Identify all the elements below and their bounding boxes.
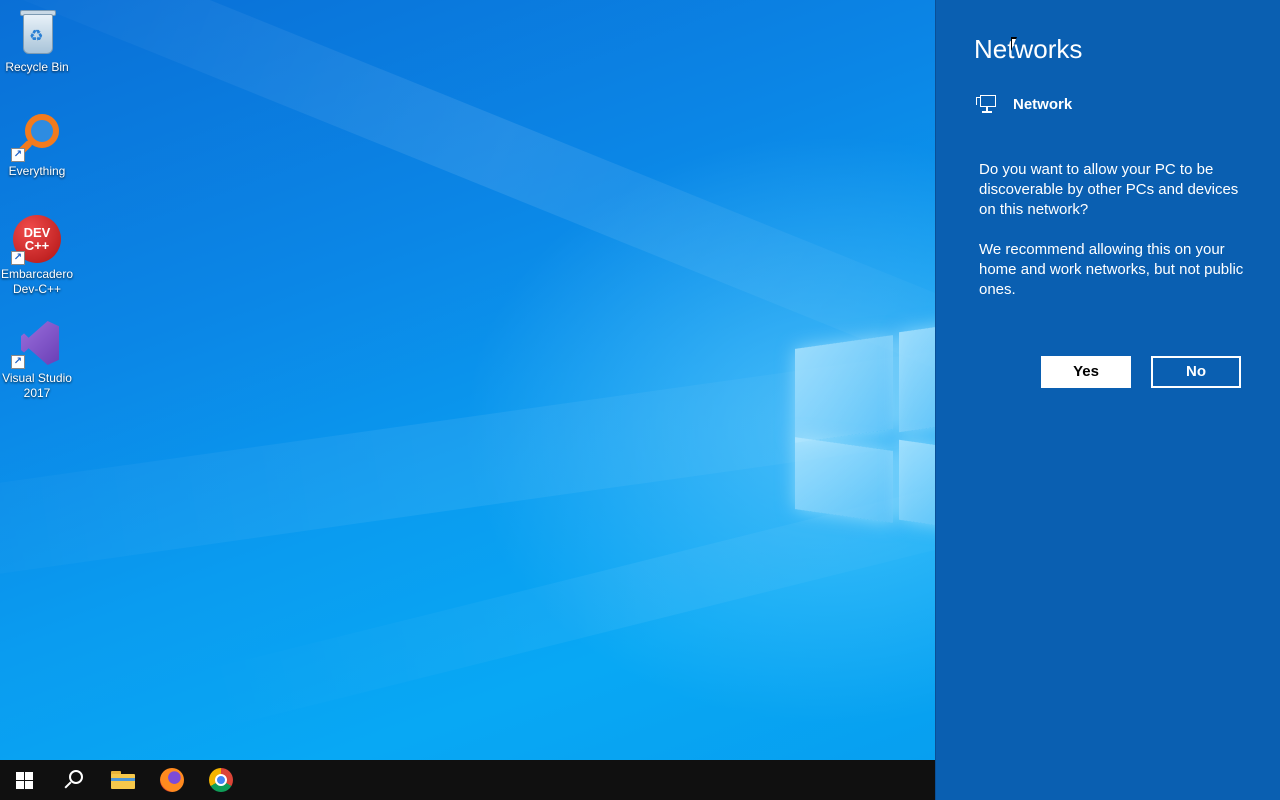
folder-icon: [110, 771, 135, 789]
shortcut-arrow-icon: ↗: [11, 355, 25, 369]
network-name: Network: [1013, 95, 1073, 113]
desktop-icon-label: Visual Studio 2017: [0, 371, 74, 401]
desktop: ♻ Recycle Bin ↗ Everything DEV C++ ↗ Emb…: [0, 0, 935, 760]
network-entry[interactable]: Network: [976, 94, 1072, 114]
desktop-icon-label-line: Embarcadero: [0, 267, 74, 281]
wired-network-monitor-icon: [976, 94, 998, 114]
desktop-icon-recycle-bin[interactable]: ♻ Recycle Bin: [0, 8, 74, 75]
file-explorer-button[interactable]: [98, 760, 147, 800]
desktop-icon-everything[interactable]: ↗ Everything: [0, 112, 74, 179]
desktop-icon-label-line: Visual Studio: [2, 371, 72, 385]
discoverable-question: Do you want to allow your PC to be disco…: [979, 161, 1239, 218]
dev-cpp-icon-text: C++: [24, 238, 50, 253]
recycle-bin-icon: ♻: [13, 8, 61, 56]
mouse-cursor-icon: [1011, 37, 1017, 51]
search-icon: [63, 770, 84, 790]
desktop-icon-dev-cpp[interactable]: DEV C++ ↗ Embarcadero Dev-C++: [0, 215, 74, 297]
yes-button[interactable]: Yes: [1041, 356, 1131, 388]
dev-cpp-icon: DEV C++ ↗: [11, 215, 61, 265]
flyout-title: Networks: [974, 34, 1083, 64]
networks-flyout: Networks Network Do you want to allow yo…: [935, 0, 1280, 800]
desktop-icon-label-line: 2017: [23, 386, 51, 400]
chrome-icon: [208, 768, 233, 792]
shortcut-arrow-icon: ↗: [11, 251, 25, 265]
desktop-icon-label: Everything: [8, 164, 66, 178]
windows-start-icon: [16, 771, 33, 789]
desktop-icon-label-line: Dev-C++: [12, 282, 62, 296]
visual-studio-icon: ↗: [11, 319, 61, 369]
discoverable-recommendation: We recommend allowing this on your home …: [979, 241, 1244, 298]
start-button[interactable]: [0, 760, 49, 800]
shortcut-arrow-icon: ↗: [11, 148, 25, 162]
firefox-button[interactable]: [147, 760, 196, 800]
chrome-button[interactable]: [196, 760, 245, 800]
firefox-icon: [159, 768, 184, 792]
desktop-icon-label: Recycle Bin: [5, 60, 69, 74]
search-button[interactable]: [49, 760, 98, 800]
everything-search-icon: ↗: [11, 112, 61, 162]
wallpaper-windows-logo: [795, 318, 935, 538]
taskbar: [0, 760, 935, 800]
desktop-icon-label: Embarcadero Dev-C++: [0, 267, 74, 297]
no-button[interactable]: No: [1151, 356, 1241, 388]
desktop-icon-visual-studio[interactable]: ↗ Visual Studio 2017: [0, 319, 74, 401]
